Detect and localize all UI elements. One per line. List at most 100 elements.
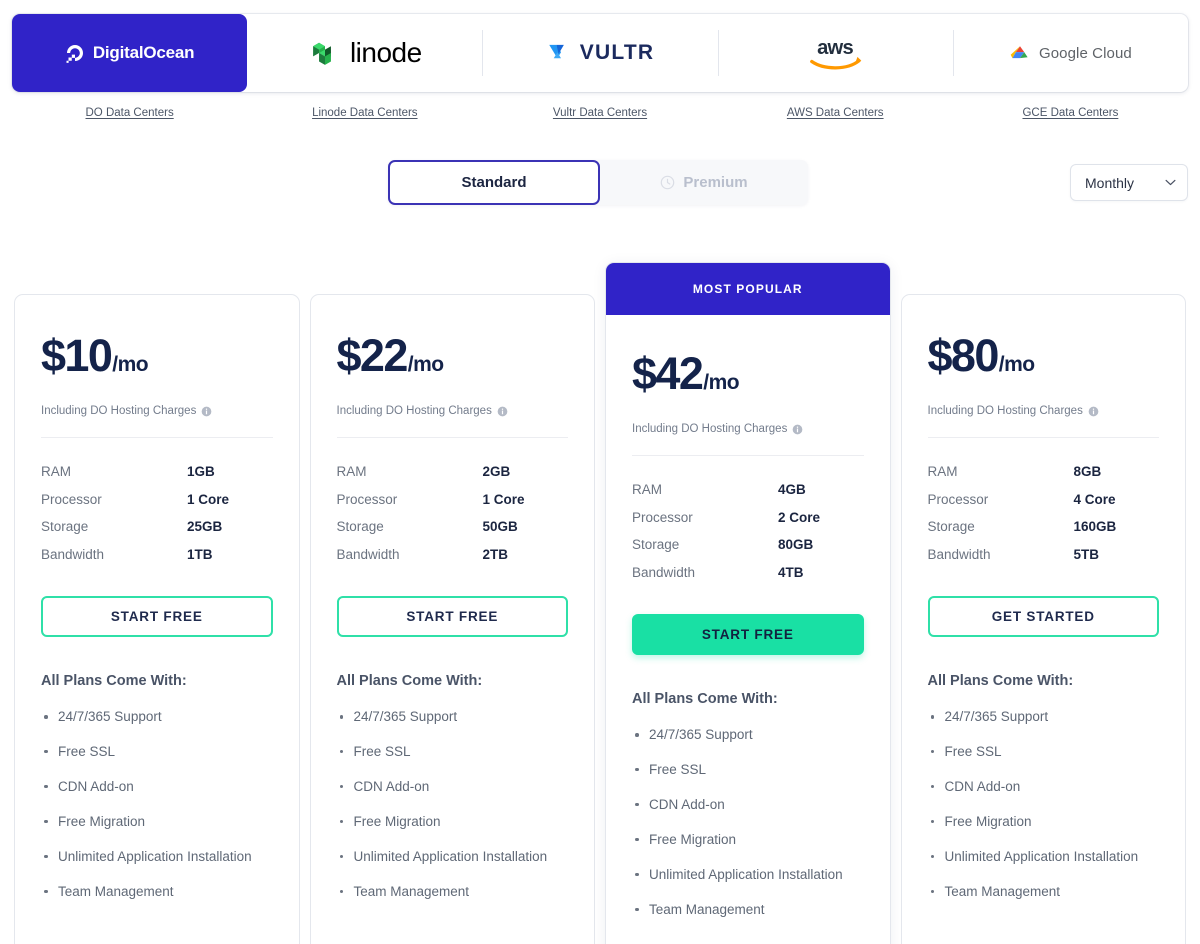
feature-item: 24/7/365 Support: [337, 707, 569, 728]
info-icon[interactable]: [201, 406, 212, 417]
digitalocean-mark-icon: [66, 45, 83, 63]
datacenter-link-vultr[interactable]: Vultr Data Centers: [553, 107, 647, 119]
provider-name-label: DigitalOcean: [92, 43, 195, 62]
hosting-note-label: Including DO Hosting Charges: [632, 423, 788, 435]
feature-item: Free Migration: [337, 812, 569, 833]
feature-item: Free SSL: [337, 742, 569, 763]
cta-button[interactable]: GET STARTED: [927, 596, 1159, 637]
cta-button[interactable]: START FREE: [41, 596, 273, 637]
provider-tab-digitalocean[interactable]: DigitalOcean: [12, 14, 248, 92]
cta-button[interactable]: START FREE: [632, 614, 864, 655]
spec-value: 1 Core: [187, 491, 230, 507]
tier-toggle: Standard Premium: [388, 160, 808, 205]
spec-label: Processor: [336, 491, 398, 507]
aws-logo: aws: [804, 33, 866, 73]
spec-value: 4TB: [778, 564, 804, 580]
datacenter-link-gce[interactable]: GCE Data Centers: [1022, 107, 1118, 119]
feature-item: Free SSL: [632, 760, 864, 781]
datacenter-link-linode[interactable]: Linode Data Centers: [312, 107, 417, 119]
info-icon[interactable]: [1088, 406, 1099, 417]
linode-logo: linode: [308, 33, 422, 73]
feature-item: Team Management: [632, 900, 864, 921]
spec-list: RAM 8GB Processor 4 Core Storage 160GB B…: [928, 438, 1160, 574]
most-popular-badge: MOST POPULAR: [606, 263, 890, 315]
spec-row-processor: Processor 2 Core: [632, 510, 864, 538]
chevron-down-icon: [1165, 179, 1176, 186]
hosting-note: Including DO Hosting Charges: [927, 405, 1159, 438]
feature-list: 24/7/365 Support Free SSL CDN Add-on Fre…: [41, 707, 273, 903]
spec-row-bandwidth: Bandwidth 5TB: [928, 547, 1160, 575]
spec-label: Storage: [336, 519, 384, 534]
vultr-mark-icon: [549, 44, 564, 59]
spec-value: 4 Core: [1073, 491, 1116, 507]
spec-label: RAM: [336, 464, 367, 479]
hosting-note-label: Including DO Hosting Charges: [41, 405, 197, 417]
cta-button[interactable]: START FREE: [336, 596, 568, 637]
spec-label: Bandwidth: [927, 546, 991, 562]
price-amount: $80: [927, 330, 1000, 381]
provider-tab-aws[interactable]: aws: [717, 14, 953, 92]
spec-value: 2 Core: [778, 509, 821, 525]
clock-circle-icon: [661, 175, 675, 190]
price-period: /mo: [998, 353, 1035, 376]
price-amount: $42: [632, 348, 704, 399]
feature-item: Unlimited Application Installation: [928, 847, 1160, 868]
info-icon[interactable]: [792, 424, 803, 435]
spec-row-storage: Storage 50GB: [337, 519, 569, 547]
spec-value: 160GB: [1073, 519, 1117, 534]
spec-value: 1GB: [187, 464, 215, 479]
feature-list: 24/7/365 Support Free SSL CDN Add-on Fre…: [632, 725, 864, 921]
feature-item: Unlimited Application Installation: [632, 865, 864, 886]
tab-standard[interactable]: Standard: [388, 160, 600, 205]
price-block: $10/mo Including DO Hosting Charges: [41, 295, 273, 438]
aws-mark-icon: aws: [810, 37, 862, 70]
google-cloud-mark-icon: [1010, 46, 1028, 59]
linode-mark-icon: [313, 42, 331, 65]
spec-value: 80GB: [778, 537, 814, 552]
spec-label: Bandwidth: [336, 546, 400, 562]
hosting-note-label: Including DO Hosting Charges: [336, 405, 492, 417]
digitalocean-logo: DigitalOcean: [65, 33, 195, 73]
feature-item: 24/7/365 Support: [928, 707, 1160, 728]
spec-row-ram: RAM 8GB: [928, 464, 1160, 492]
feature-item: Free Migration: [928, 812, 1160, 833]
spec-label: Processor: [41, 491, 102, 507]
feature-item: Team Management: [41, 882, 273, 903]
price: $42/mo: [632, 351, 864, 396]
datacenter-link-do[interactable]: DO Data Centers: [86, 107, 174, 119]
feature-item: Team Management: [337, 882, 569, 903]
feature-list: 24/7/365 Support Free SSL CDN Add-on Fre…: [337, 707, 569, 903]
provider-tab-gce[interactable]: Google Cloud: [952, 14, 1188, 92]
provider-tab-vultr[interactable]: VULTR: [482, 14, 717, 92]
info-icon[interactable]: [497, 406, 508, 417]
spec-label: Storage: [927, 519, 975, 534]
spec-row-processor: Processor 1 Core: [337, 492, 569, 520]
tab-premium[interactable]: Premium: [600, 160, 808, 205]
tab-standard-label: Standard: [461, 174, 527, 191]
hosting-note: Including DO Hosting Charges: [632, 423, 864, 456]
svg-text:aws: aws: [817, 37, 853, 59]
pricing-card: $22/mo Including DO Hosting Charges RAM …: [309, 294, 595, 944]
price-block: $80/mo Including DO Hosting Charges: [927, 295, 1159, 438]
spec-value: 4GB: [778, 482, 806, 497]
spec-row-ram: RAM 1GB: [41, 464, 273, 492]
plans-included-heading: All Plans Come With:: [336, 673, 483, 689]
tab-premium-label: Premium: [683, 174, 748, 191]
vultr-logo: VULTR: [546, 33, 654, 73]
spec-list: RAM 2GB Processor 1 Core Storage 50GB Ba…: [337, 438, 569, 574]
spec-list: RAM 4GB Processor 2 Core Storage 80GB Ba…: [632, 456, 864, 592]
provider-name-label: linode: [349, 37, 422, 68]
datacenter-link-aws[interactable]: AWS Data Centers: [787, 107, 884, 119]
provider-tab-linode[interactable]: linode: [247, 14, 482, 92]
billing-period-select[interactable]: Monthly: [1070, 164, 1188, 201]
price-block: $42/mo Including DO Hosting Charges: [632, 315, 864, 456]
spec-row-bandwidth: Bandwidth 4TB: [632, 565, 864, 593]
datacenter-link-cell: DO Data Centers: [12, 102, 247, 124]
pricing-page: DigitalOcean linode VULTR aws Google Clo…: [0, 0, 1200, 944]
spec-row-bandwidth: Bandwidth 2TB: [337, 547, 569, 575]
feature-item: Team Management: [928, 882, 1160, 903]
spec-label: Processor: [927, 491, 989, 507]
spec-label: RAM: [632, 482, 662, 497]
price-amount: $10: [41, 330, 113, 381]
datacenter-link-cell: Linode Data Centers: [247, 102, 482, 124]
